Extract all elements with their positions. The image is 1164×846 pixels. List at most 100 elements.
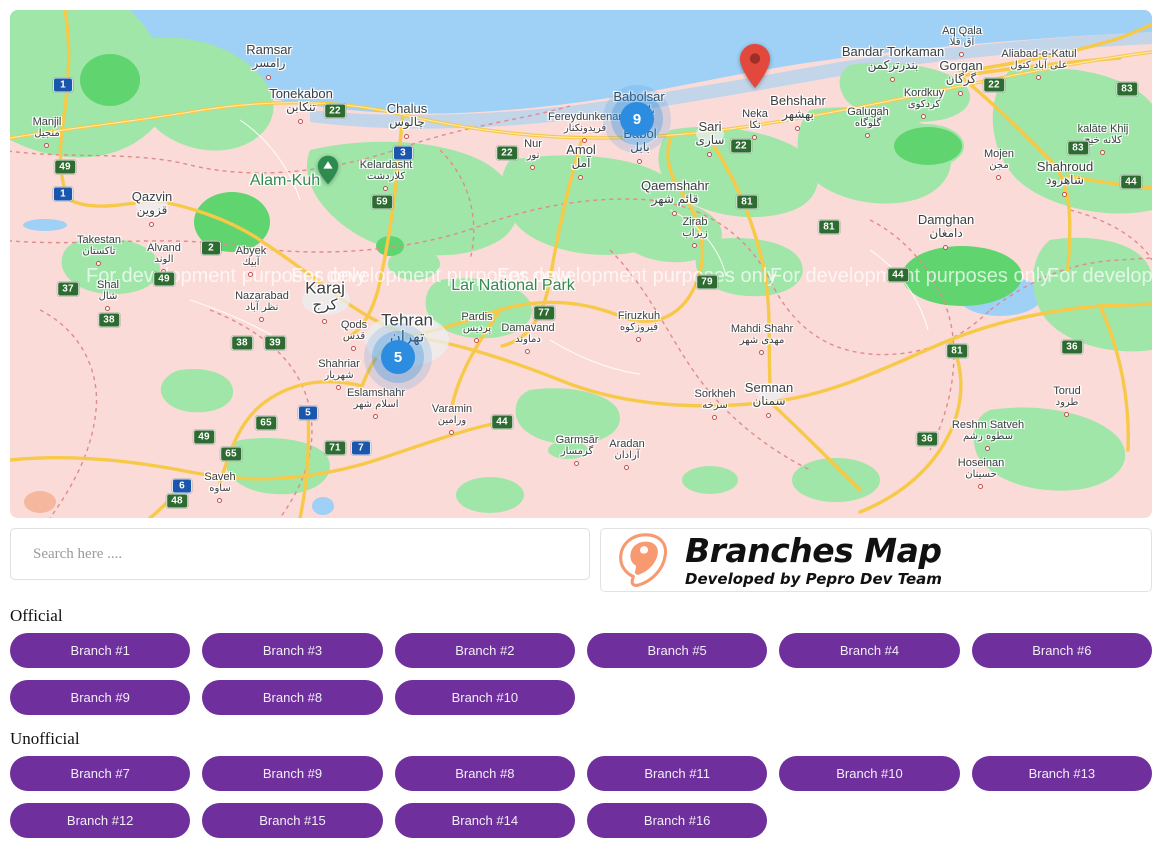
map-city-dot — [44, 143, 49, 148]
map-route-shield: 77 — [533, 305, 555, 321]
app-title: Branches Map — [685, 530, 942, 570]
map-route-shield: 5 — [298, 405, 318, 421]
branch-grid-unofficial: Branch #7 Branch #9 Branch #8 Branch #11 Bra… — [10, 756, 1152, 838]
map-city-dot — [795, 126, 800, 131]
section-title-official: Official — [10, 606, 63, 625]
map-route-shield: 39 — [264, 335, 286, 351]
map-city-dot — [978, 484, 983, 489]
branch-button[interactable]: Branch #12 — [10, 803, 191, 838]
branch-button[interactable]: Branch #6 — [971, 633, 1152, 668]
map-route-shield: 49 — [193, 429, 215, 445]
map-city-dot — [96, 261, 101, 266]
branch-button[interactable]: Branch #10 — [394, 680, 575, 715]
map-city-dot — [890, 77, 895, 82]
map-city-dot — [636, 337, 641, 342]
map-city-dot — [525, 349, 530, 354]
map-route-shield: 38 — [231, 335, 253, 351]
map-route-shield: 79 — [696, 274, 718, 290]
branch-button[interactable]: Branch #3 — [202, 633, 383, 668]
branch-button[interactable]: Branch #8 — [394, 756, 575, 791]
pepro-logo-icon — [611, 529, 673, 591]
map-city-dot — [1036, 75, 1041, 80]
map-route-shield: 65 — [255, 415, 277, 431]
map-park-pin-marker[interactable] — [317, 155, 339, 190]
map-canvas[interactable] — [10, 10, 1152, 518]
map-route-shield: 81 — [946, 343, 968, 359]
map-city-dot — [530, 165, 535, 170]
map-city-dot — [578, 175, 583, 180]
map-route-shield: 44 — [1120, 174, 1142, 190]
map-route-shield: 36 — [1061, 339, 1083, 355]
branch-button[interactable]: Branch #13 — [971, 756, 1152, 791]
branches-map[interactable]: For development purposes only For develo… — [10, 10, 1152, 518]
map-city-dot — [266, 75, 271, 80]
map-city-dot — [766, 413, 771, 418]
branch-button[interactable]: Branch #2 — [394, 633, 575, 668]
map-city-dot — [865, 133, 870, 138]
map-cluster-marker[interactable]: 5 — [381, 340, 415, 374]
map-route-shield: 7 — [351, 440, 371, 456]
map-route-shield: 22 — [496, 145, 518, 161]
map-city-dot — [958, 91, 963, 96]
map-route-shield: 83 — [1067, 140, 1089, 156]
branch-button[interactable]: Branch #16 — [586, 803, 768, 838]
map-city-dot — [298, 119, 303, 124]
branch-button[interactable]: Branch #7 — [10, 756, 191, 791]
map-city-dot — [259, 317, 264, 322]
map-city-dot — [474, 338, 479, 343]
branch-button[interactable]: Branch #9 — [10, 680, 191, 715]
branch-button[interactable]: Branch #10 — [779, 756, 960, 791]
map-city-dot — [752, 135, 757, 140]
branch-button[interactable]: Branch #14 — [394, 803, 575, 838]
map-route-shield: 3 — [393, 145, 413, 161]
map-city-dot — [404, 134, 409, 139]
map-city-dot — [637, 159, 642, 164]
map-route-shield: 38 — [98, 312, 120, 328]
branch-button[interactable]: Branch #1 — [10, 633, 191, 668]
branch-button[interactable]: Branch #11 — [586, 756, 768, 791]
map-city-dot — [149, 222, 154, 227]
map-city-dot — [692, 243, 697, 248]
map-city-dot — [943, 245, 948, 250]
map-city-dot — [217, 498, 222, 503]
map-cluster-marker[interactable]: 9 — [620, 102, 654, 136]
map-route-shield: 37 — [57, 281, 79, 297]
branch-button[interactable]: Branch #5 — [586, 633, 768, 668]
map-pin-marker[interactable] — [739, 43, 771, 94]
branch-button[interactable]: Branch #4 — [779, 633, 960, 668]
map-city-dot — [1062, 192, 1067, 197]
map-route-shield: 22 — [324, 103, 346, 119]
map-city-dot — [582, 138, 587, 143]
map-city-dot — [105, 306, 110, 311]
header-bar: Branches Map Developed by Pepro Dev Team — [10, 528, 1152, 592]
map-city-dot — [248, 272, 253, 277]
map-city-dot — [959, 52, 964, 57]
map-city-dot — [707, 152, 712, 157]
map-city-dot — [1100, 150, 1105, 155]
map-route-shield: 59 — [371, 194, 393, 210]
map-route-shield: 44 — [491, 414, 513, 430]
branch-button[interactable]: Branch #15 — [202, 803, 383, 838]
map-city-dot — [921, 114, 926, 119]
branch-grid-official: Branch #1 Branch #3 Branch #2 Branch #5 Bran… — [10, 633, 1152, 715]
map-route-shield: 49 — [54, 159, 76, 175]
map-city-dot — [351, 346, 356, 351]
branch-button[interactable]: Branch #8 — [202, 680, 383, 715]
map-city-dot — [624, 465, 629, 470]
branch-button[interactable]: Branch #9 — [202, 756, 383, 791]
map-route-shield: 71 — [324, 440, 346, 456]
brand-text: Branches Map Developed by Pepro Dev Team — [685, 534, 942, 587]
map-city-dot — [449, 430, 454, 435]
map-route-shield: 83 — [1116, 81, 1138, 97]
map-route-shield: 6 — [172, 478, 192, 494]
search-input[interactable] — [10, 528, 590, 580]
app-subtitle: Developed by Pepro Dev Team — [685, 569, 942, 588]
map-route-shield: 49 — [153, 271, 175, 287]
map-route-shield: 44 — [887, 267, 909, 283]
map-city-dot — [672, 211, 677, 216]
map-city-dot — [574, 461, 579, 466]
map-route-shield: 81 — [818, 219, 840, 235]
map-city-dot — [336, 385, 341, 390]
map-city-dot — [1064, 412, 1069, 417]
map-route-shield: 48 — [166, 493, 188, 509]
